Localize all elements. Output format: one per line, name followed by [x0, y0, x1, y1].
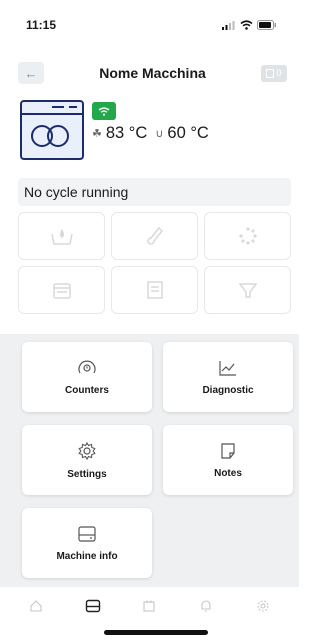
settings-card[interactable]: Settings: [22, 425, 152, 495]
phase-tile-report: [111, 266, 198, 314]
battery-icon: [257, 20, 276, 30]
thermometer-icon: [146, 226, 163, 245]
machine-info-block: ☘ 83 °C ∪ 60 °C: [92, 100, 209, 143]
rinse-temperature: 60 °C: [167, 124, 209, 142]
wifi-connected-badge: [92, 102, 116, 120]
cycle-status: No cycle running: [18, 178, 291, 206]
machine-icon: [85, 599, 101, 613]
phase-tile-wash: [18, 212, 105, 260]
phase-grid: [18, 212, 291, 314]
arrow-left-icon: ←: [24, 65, 38, 81]
wifi-icon: [98, 106, 110, 116]
counter-value: 0: [276, 68, 282, 78]
drop-basin-icon: [50, 229, 73, 245]
temperatures: ☘ 83 °C ∪ 60 °C: [92, 124, 209, 143]
dishwasher-icon: [20, 100, 84, 160]
machine-summary: ☘ 83 °C ∪ 60 °C: [0, 96, 299, 172]
document-icon: [146, 281, 163, 299]
chart-trend-icon: [219, 360, 236, 376]
note-icon: [221, 442, 235, 459]
tank-icon: [52, 283, 71, 299]
gauge-icon: [78, 360, 96, 373]
menu-area: Counters Diagnostic Settings Notes Machi…: [0, 334, 299, 587]
status-bar: 11:15: [0, 0, 299, 50]
header: ← Nome Macchina 0: [0, 50, 299, 96]
wifi-status-icon: [240, 20, 253, 30]
gear-icon: [78, 441, 96, 460]
phase-tile-heat: [111, 212, 198, 260]
tab-settings[interactable]: [248, 599, 278, 641]
settings-label: Settings: [67, 468, 107, 480]
machine-info-card[interactable]: Machine info: [22, 508, 152, 578]
clipboard-icon: [266, 68, 275, 78]
machine-info-icon: [78, 525, 96, 542]
status-time: 11:15: [26, 18, 57, 32]
notes-label: Notes: [214, 467, 242, 479]
status-icons: [222, 20, 277, 30]
bell-icon: [201, 600, 211, 612]
back-button[interactable]: ←: [18, 62, 44, 84]
signal-icon: [222, 21, 235, 30]
spinner-icon: [238, 227, 257, 245]
diagnostic-card[interactable]: Diagnostic: [163, 342, 293, 412]
counters-label: Counters: [65, 384, 109, 396]
tab-machine[interactable]: [78, 599, 108, 641]
machine-info-label: Machine info: [56, 550, 118, 562]
diagnostic-label: Diagnostic: [202, 384, 254, 396]
phase-tile-filter: [204, 266, 291, 314]
tab-home[interactable]: [21, 599, 51, 641]
filter-icon: [238, 283, 257, 298]
home-icon: [30, 600, 42, 612]
wash-temp-icon: ☘: [92, 128, 102, 140]
counters-card[interactable]: Counters: [22, 342, 152, 412]
rinse-temp-icon: ∪: [155, 128, 164, 140]
page-title: Nome Macchina: [99, 65, 206, 81]
phase-tile-tank: [18, 266, 105, 314]
calendar-icon: [143, 600, 156, 612]
home-indicator: [104, 630, 208, 635]
notes-card[interactable]: Notes: [163, 425, 293, 495]
counter-badge[interactable]: 0: [261, 64, 287, 82]
wash-temperature: 83 °C: [105, 124, 148, 142]
phase-tile-spin: [204, 212, 291, 260]
gear-icon: [257, 600, 269, 612]
